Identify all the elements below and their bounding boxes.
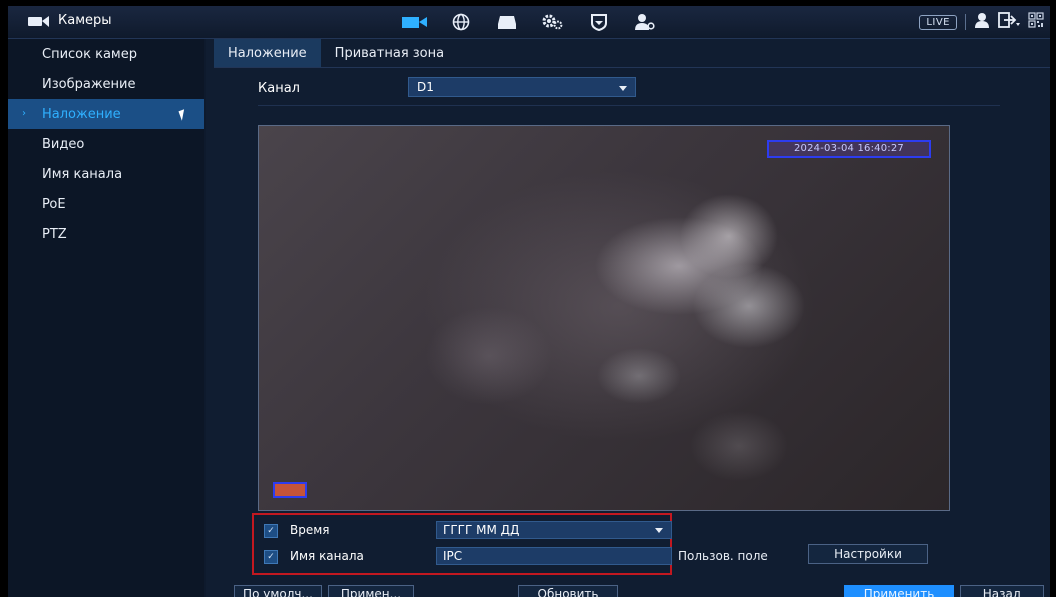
time-format-select[interactable]: ГГГГ ММ ДД — [436, 521, 672, 539]
sidebar-item-label: Изображение — [42, 76, 136, 92]
storage-icon[interactable] — [484, 11, 530, 33]
time-option-row: ✓ Время ГГГГ ММ ДД — [264, 521, 674, 541]
chevron-down-icon — [655, 528, 663, 533]
top-right-controls: LIVE — [919, 12, 1044, 32]
top-bar: Камеры LIVE — [8, 6, 1050, 39]
settings-icon[interactable] — [530, 11, 576, 33]
channel-name-value: IPC — [443, 549, 463, 563]
channel-name-label: Имя канала — [290, 549, 364, 563]
channel-name-osd[interactable] — [273, 482, 307, 498]
video-preview[interactable]: 2024-03-04 16:40:27 — [258, 125, 950, 511]
security-icon[interactable] — [576, 11, 622, 33]
menu-title-label: Камеры — [58, 13, 112, 28]
settings-button[interactable]: Настройки — [808, 544, 928, 564]
sidebar-item-video[interactable]: Видео — [8, 129, 204, 159]
app-window: Камеры LIVE Список камер Изображение › Н… — [8, 6, 1050, 597]
sidebar-item-label: Видео — [42, 136, 85, 152]
chevron-right-icon: › — [22, 108, 26, 119]
back-button[interactable]: Назад — [960, 585, 1044, 597]
tab-bar: Наложение Приватная зона — [214, 39, 458, 67]
custom-field-label: Пользов. поле — [678, 549, 768, 563]
network-icon[interactable] — [438, 11, 484, 33]
sidebar-item-image[interactable]: Изображение — [8, 69, 204, 99]
overlay-options-highlight: ✓ Время ГГГГ ММ ДД ✓ Имя канала IPC — [252, 513, 672, 575]
sidebar-item-ptz[interactable]: PTZ — [8, 219, 204, 249]
mouse-cursor-icon — [178, 109, 188, 121]
sidebar-item-channel-name[interactable]: Имя канала — [8, 159, 204, 189]
top-nav-icons — [392, 11, 668, 33]
divider — [965, 14, 966, 30]
chevron-down-icon — [619, 86, 627, 91]
default-button[interactable]: По умолч... — [234, 585, 322, 597]
user-icon[interactable] — [974, 12, 990, 32]
apply-short-button[interactable]: Примен... — [328, 585, 414, 597]
time-checkbox[interactable]: ✓ — [264, 524, 278, 538]
logout-icon[interactable] — [998, 12, 1020, 32]
sidebar-item-label: PTZ — [42, 226, 67, 242]
camera-menu-icon — [28, 15, 50, 27]
time-label: Время — [290, 523, 330, 537]
sidebar-item-overlay[interactable]: › Наложение — [8, 99, 204, 129]
apply-button[interactable]: Применить — [844, 585, 954, 597]
tab-divider — [214, 67, 1050, 68]
qr-icon[interactable] — [1028, 12, 1044, 32]
refresh-button[interactable]: Обновить — [518, 585, 618, 597]
sidebar-item-poe[interactable]: PoE — [8, 189, 204, 219]
live-button[interactable]: LIVE — [919, 14, 957, 30]
channel-name-checkbox[interactable]: ✓ — [264, 550, 278, 564]
channel-select[interactable]: D1 — [408, 77, 636, 97]
sidebar: Список камер Изображение › Наложение Вид… — [8, 39, 204, 597]
menu-title[interactable]: Камеры — [28, 13, 112, 28]
tab-overlay[interactable]: Наложение — [214, 39, 321, 67]
timestamp-osd[interactable]: 2024-03-04 16:40:27 — [767, 140, 931, 158]
time-format-value: ГГГГ ММ ДД — [443, 523, 520, 537]
account-icon[interactable] — [622, 11, 668, 33]
sidebar-item-label: Имя канала — [42, 166, 123, 182]
sidebar-item-camera-list[interactable]: Список камер — [8, 39, 204, 69]
channel-name-input[interactable]: IPC — [436, 547, 672, 565]
sidebar-item-label: Список камер — [42, 46, 137, 62]
channel-select-value: D1 — [417, 80, 434, 94]
camera-icon[interactable] — [392, 11, 438, 33]
sidebar-item-label: Наложение — [42, 106, 121, 122]
main-content: Наложение Приватная зона Канал D1 2024-0… — [206, 39, 1050, 597]
tab-privacy-zone[interactable]: Приватная зона — [321, 39, 458, 67]
divider — [258, 105, 1000, 106]
sidebar-item-label: PoE — [42, 196, 66, 212]
channel-label: Канал — [258, 81, 300, 96]
channel-name-option-row: ✓ Имя канала IPC — [264, 547, 674, 567]
